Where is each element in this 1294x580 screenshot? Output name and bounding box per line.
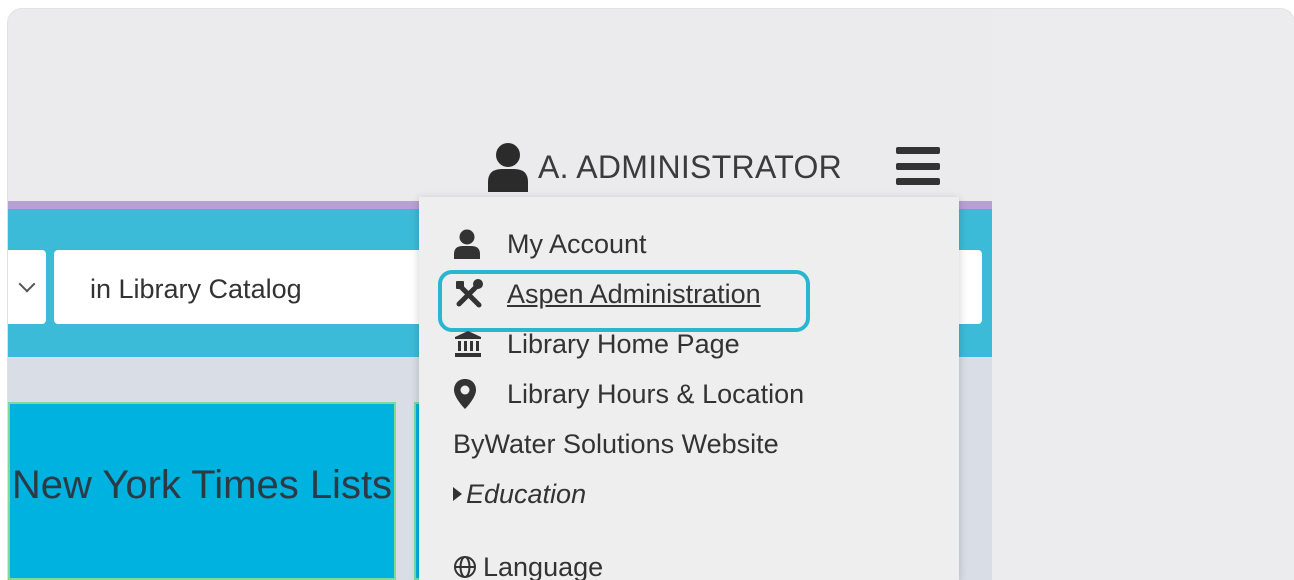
browse-tile-nyt-lists[interactable]: New York Times Lists xyxy=(8,402,396,580)
user-name: A. ADMINISTRATOR xyxy=(538,148,843,185)
caret-right-icon xyxy=(453,487,462,501)
menu-item-bywater-website[interactable]: ByWater Solutions Website xyxy=(453,422,779,466)
menu-item-label: ByWater Solutions Website xyxy=(453,428,779,459)
menu-item-language[interactable]: Language xyxy=(453,545,603,580)
user-icon xyxy=(453,228,491,260)
menu-item-library-home-page[interactable]: Library Home Page xyxy=(453,322,740,366)
user-icon xyxy=(488,143,528,192)
hamburger-menu-icon[interactable] xyxy=(896,147,940,185)
browser-frame: A. ADMINISTRATOR in Library Catalog New … xyxy=(8,9,1294,580)
account-dropdown-menu: My Account Aspen Administration Library … xyxy=(419,197,959,580)
menu-item-education[interactable]: Education xyxy=(453,472,586,516)
tools-icon xyxy=(453,278,491,310)
search-type-select[interactable] xyxy=(8,250,46,324)
menu-item-label: My Account xyxy=(507,228,647,259)
search-scope-label: in Library Catalog xyxy=(90,274,302,304)
globe-icon xyxy=(453,551,479,580)
menu-item-label: Language xyxy=(483,551,604,580)
tile-label: New York Times Lists xyxy=(11,463,393,507)
menu-item-label: Education xyxy=(466,478,587,509)
empty-side-pane xyxy=(992,9,1294,580)
menu-item-aspen-administration[interactable]: Aspen Administration xyxy=(453,272,761,316)
bank-icon xyxy=(453,328,491,360)
menu-item-label: Library Hours & Location xyxy=(507,378,805,409)
menu-item-my-account[interactable]: My Account xyxy=(453,222,647,266)
chevron-down-icon xyxy=(18,275,36,293)
user-account-link[interactable]: A. ADMINISTRATOR xyxy=(486,139,842,195)
menu-item-library-hours-location[interactable]: Library Hours & Location xyxy=(453,372,804,416)
menu-item-label: Aspen Administration xyxy=(507,278,761,309)
app-viewport: A. ADMINISTRATOR in Library Catalog New … xyxy=(8,9,992,580)
menu-item-label: Library Home Page xyxy=(507,328,740,359)
map-marker-icon xyxy=(453,378,491,410)
